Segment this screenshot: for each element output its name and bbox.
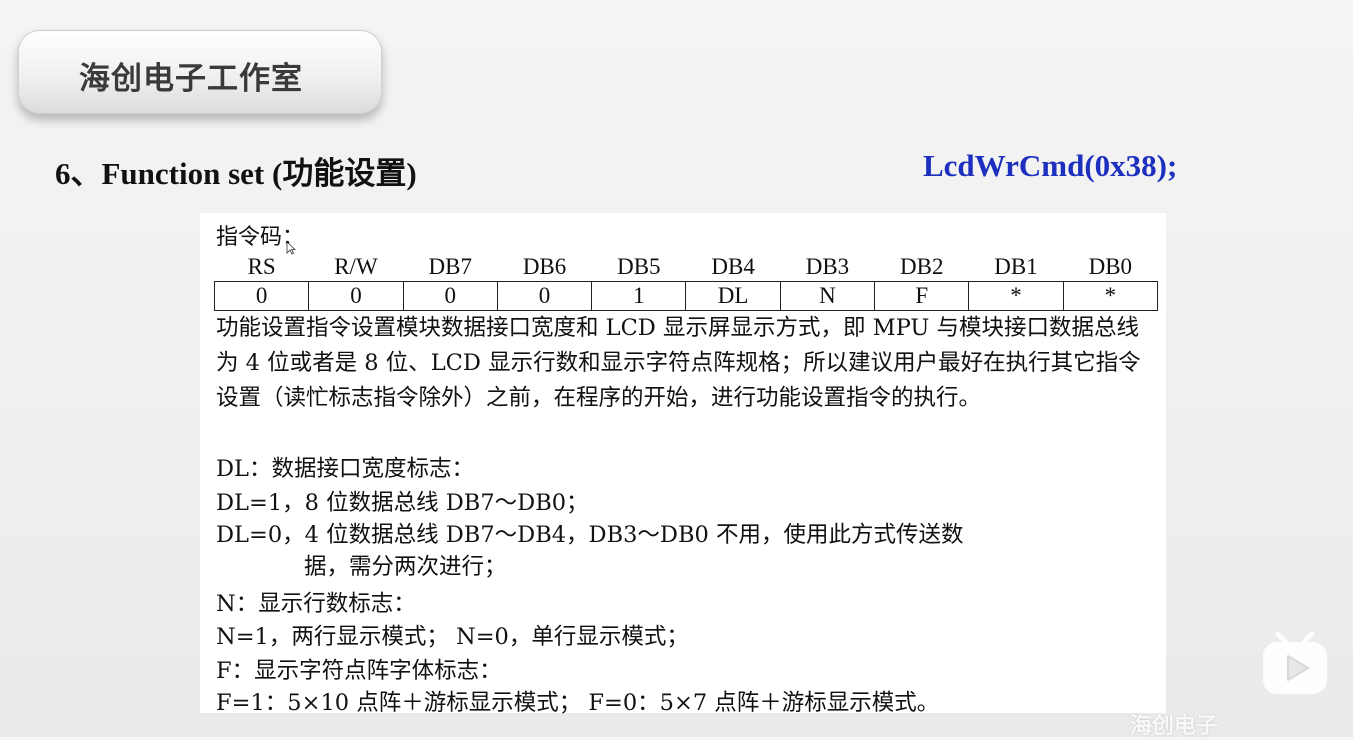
bit-header: DB6: [522, 254, 567, 279]
description-paragraph: 功能设置指令设置模块数据接口宽度和 LCD 显示屏显示方式，即 MPU 与模块接…: [216, 315, 1141, 411]
bit-value: *: [1062, 281, 1159, 311]
play-icon[interactable]: [1260, 630, 1330, 696]
bit-header: DB4: [711, 254, 755, 279]
bit-header: DB5: [617, 254, 661, 279]
document-image: 指令码： RS R/W DB7 DB6 DB5 DB4 DB3 DB2 DB1 …: [200, 213, 1166, 716]
bit-value: 1: [591, 281, 687, 311]
dl-0-desc: DL=0，4 位数据总线 DB7～DB4，DB3～DB0 不用，使用此方式传送数: [216, 522, 964, 548]
bit-header: R/W: [334, 254, 378, 279]
f-title: F：显示字符点阵字体标志：: [216, 658, 502, 684]
bit-header-row: RS R/W DB7 DB6 DB5 DB4 DB3 DB2 DB1 DB0: [215, 253, 1158, 282]
bit-header: DB1: [994, 254, 1038, 279]
bit-header: DB3: [805, 254, 850, 279]
bit-header: DB0: [1088, 254, 1133, 279]
bit-header: RS: [247, 254, 276, 279]
bit-value-row: 0 0 0 0 1 DL N F * *: [213, 281, 1159, 311]
bit-value: 0: [308, 281, 404, 311]
bit-value: 0: [213, 281, 310, 311]
bit-value: F: [874, 281, 970, 311]
brand-tab: 海创电子工作室: [18, 30, 382, 114]
dl-title: DL：数据接口宽度标志：: [216, 456, 474, 482]
bit-value: 0: [496, 281, 593, 311]
f-desc: F=1：5×10 点阵＋游标显示模式； F=0：5×7 点阵＋游标显示模式。: [216, 690, 940, 716]
bit-value: N: [779, 281, 876, 311]
bit-value: DL: [685, 281, 781, 311]
bit-value: *: [968, 281, 1064, 311]
n-desc: N=1，两行显示模式； N=0，单行显示模式；: [216, 624, 689, 650]
code-call: LcdWrCmd(0x38);: [923, 148, 1178, 183]
dl-1-desc: DL=1，8 位数据总线 DB7～DB0；: [216, 490, 589, 516]
bit-value: 0: [402, 281, 498, 311]
dl-0-desc-cont: 据，需分两次进行；: [304, 554, 507, 580]
brand-name: 海创电子工作室: [79, 61, 303, 97]
bit-header: DB7: [428, 254, 472, 279]
n-title: N：显示行数标志：: [216, 591, 416, 617]
bit-table: RS R/W DB7 DB6 DB5 DB4 DB3 DB2 DB1 DB0 0…: [213, 253, 1159, 311]
watermark: 海创电子: [1130, 714, 1219, 739]
section-title: 6、Function set (功能设置): [55, 156, 417, 191]
bit-header: DB2: [900, 254, 944, 279]
